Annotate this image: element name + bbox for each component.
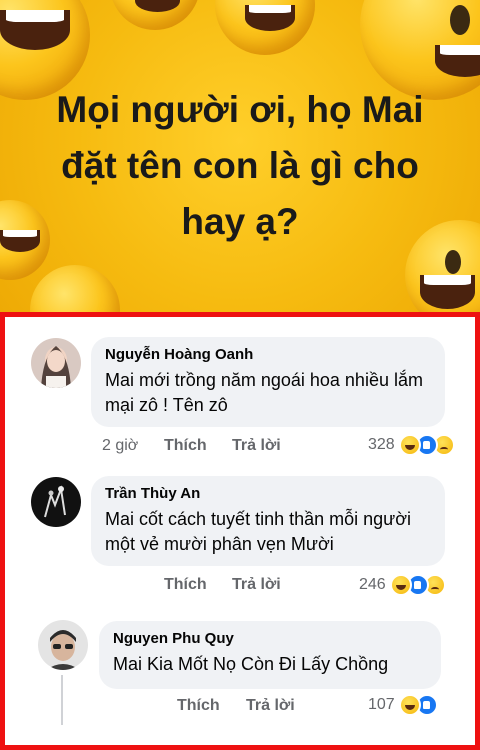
comment-author[interactable]: Nguyễn Hoàng Oanh xyxy=(105,346,431,364)
comment-author[interactable]: Trần Thùy An xyxy=(105,485,431,503)
comment-bubble: Nguyen Phu Quy Mai Kia Mốt Nọ Còn Đi Lấy… xyxy=(99,621,441,689)
comment-text: Mai mới trồng năm ngoái hoa nhiều lắm mạ… xyxy=(105,370,423,415)
poster-title: Mọi người ơi, họ Mai đặt tên con là gì c… xyxy=(56,89,424,242)
laughing-emoji xyxy=(110,0,200,30)
reply-button[interactable]: Trả lời xyxy=(246,697,295,715)
avatar[interactable] xyxy=(38,620,88,670)
comment-time: 2 giờ xyxy=(102,437,139,454)
haha-icon xyxy=(398,434,421,456)
laughing-emoji xyxy=(215,0,315,55)
comment-section: Nguyễn Hoàng Oanh Mai mới trồng năm ngoá… xyxy=(0,312,480,750)
comment-bubble: Trần Thùy An Mai cốt cách tuyết tinh thầ… xyxy=(91,476,445,566)
laughing-emoji xyxy=(30,265,120,312)
reaction-summary[interactable]: 107 xyxy=(368,694,438,716)
avatar[interactable] xyxy=(31,477,81,527)
haha-icon xyxy=(389,574,412,596)
reaction-count: 328 xyxy=(368,436,395,453)
reaction-count: 107 xyxy=(368,696,395,713)
reaction-summary[interactable]: 328 xyxy=(368,434,455,456)
haha-icon xyxy=(398,694,421,716)
comment-text: Mai cốt cách tuyết tinh thần mỗi người m… xyxy=(105,509,411,554)
reaction-count: 246 xyxy=(359,576,386,593)
comment-text: Mai Kia Mốt Nọ Còn Đi Lấy Chồng xyxy=(113,654,389,674)
avatar[interactable] xyxy=(31,338,81,388)
comment-author[interactable]: Nguyen Phu Quy xyxy=(113,630,427,648)
like-button[interactable]: Thích xyxy=(164,576,207,594)
like-button[interactable]: Thích xyxy=(164,437,207,455)
reaction-summary[interactable]: 246 xyxy=(359,574,446,596)
poster-image: Mọi người ơi, họ Mai đặt tên con là gì c… xyxy=(0,0,480,312)
comment-bubble: Nguyễn Hoàng Oanh Mai mới trồng năm ngoá… xyxy=(91,337,445,427)
reply-button[interactable]: Trả lời xyxy=(232,437,281,455)
like-button[interactable]: Thích xyxy=(177,697,220,715)
reply-button[interactable]: Trả lời xyxy=(232,576,281,594)
